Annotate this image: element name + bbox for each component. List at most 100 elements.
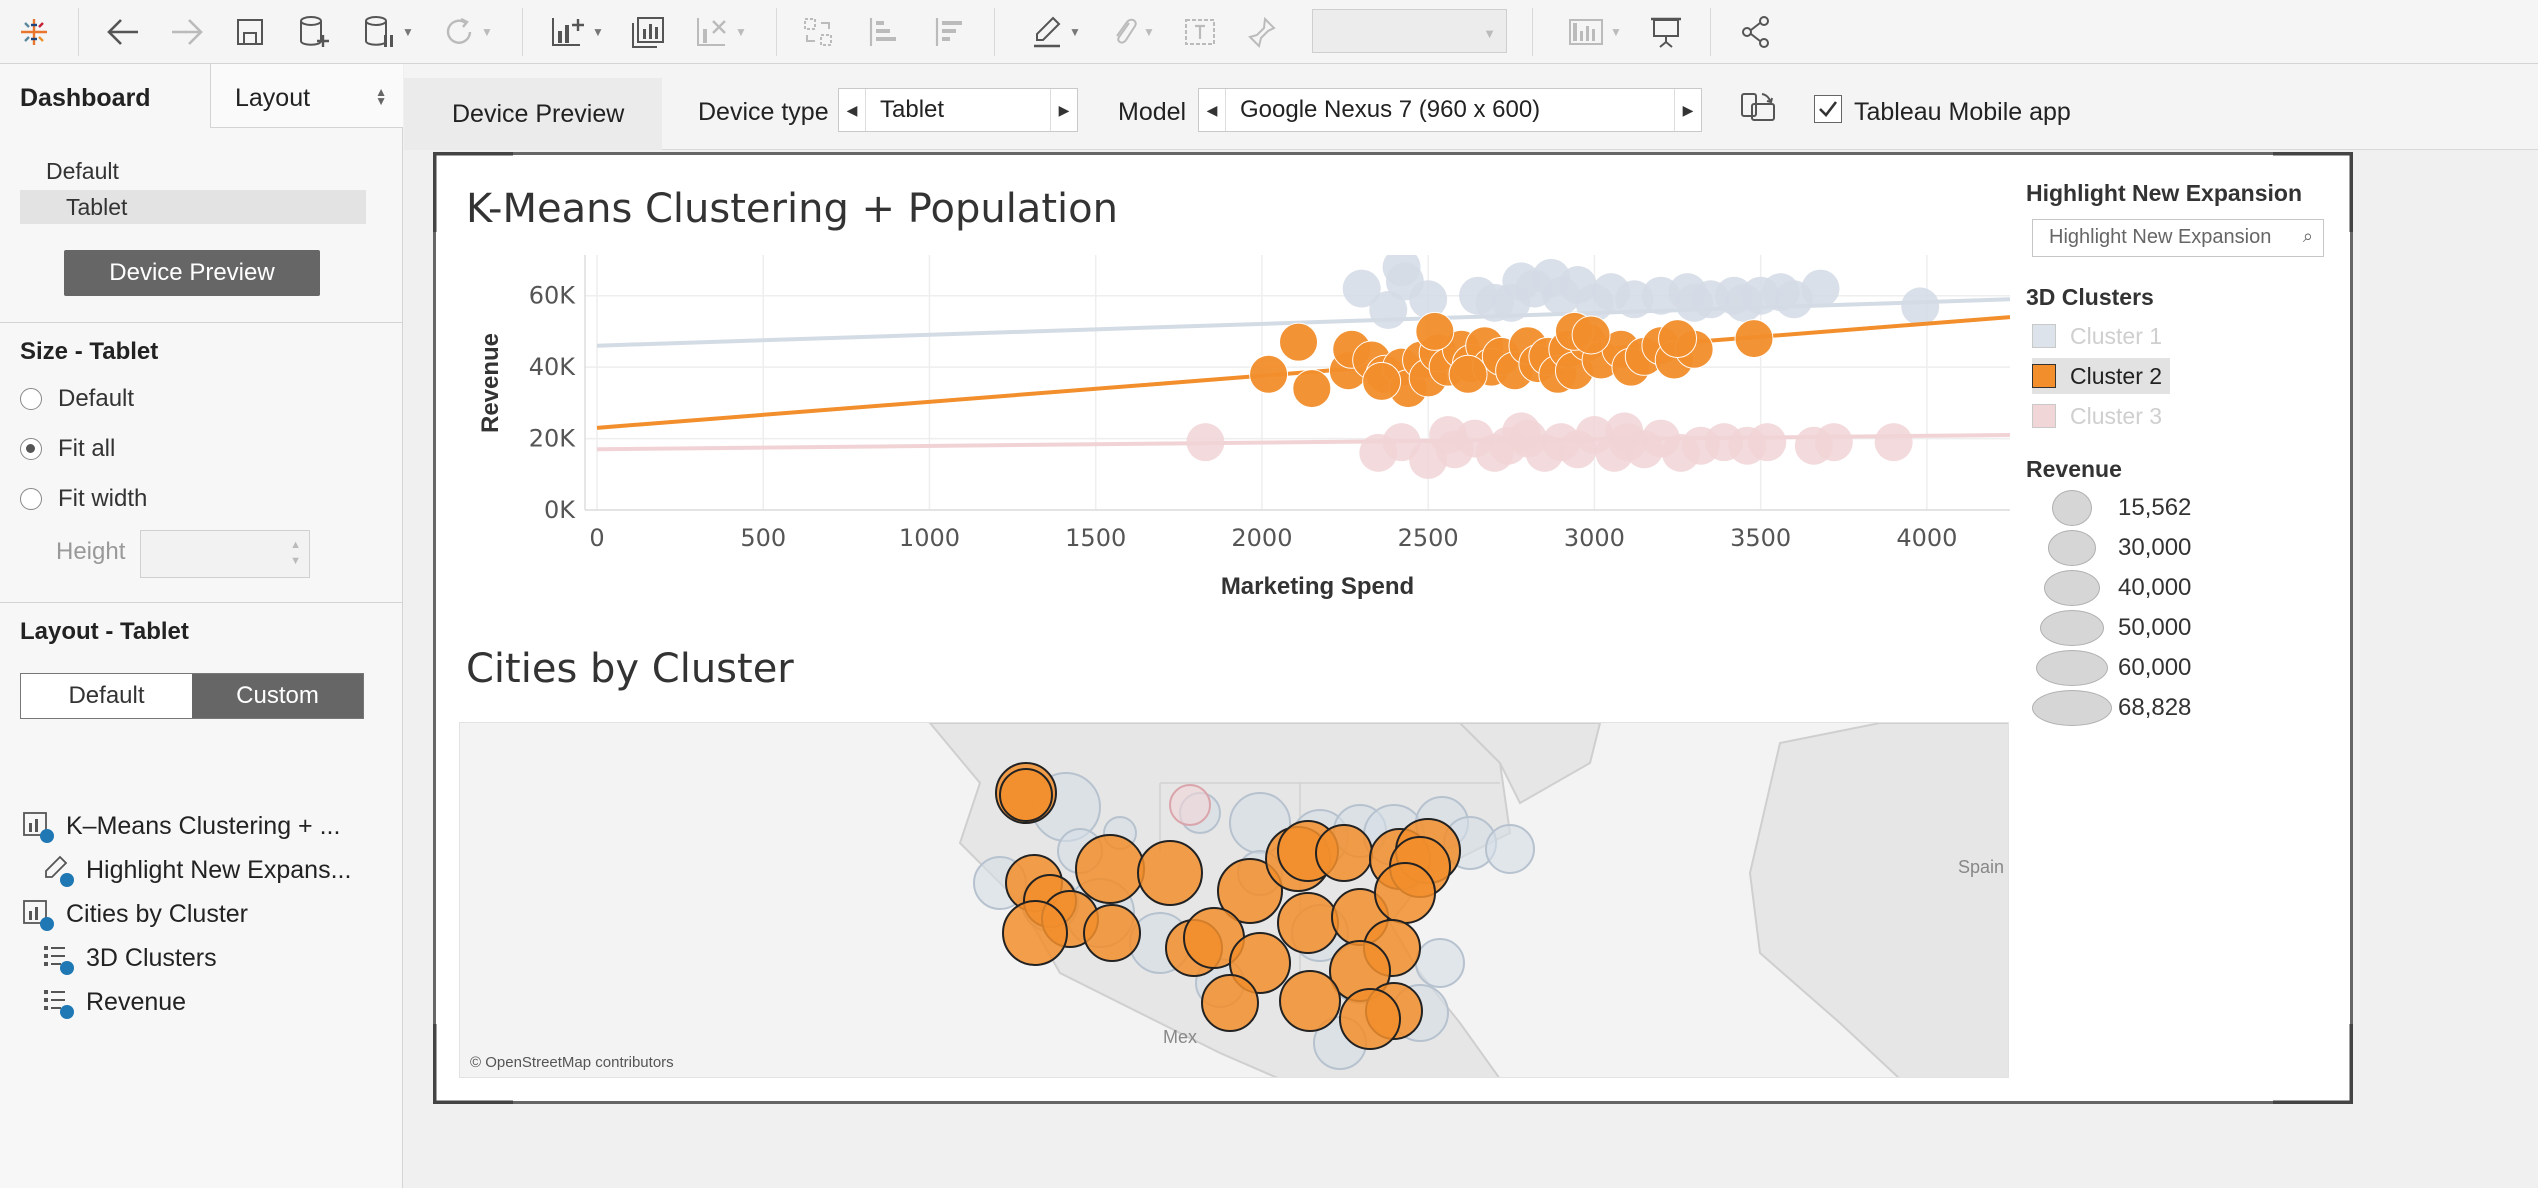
revenue-legend-item[interactable]: 40,000 (2032, 570, 2191, 606)
revenue-legend-item[interactable]: 50,000 (2032, 610, 2191, 646)
fit-icon[interactable] (1178, 12, 1222, 52)
scatter-point[interactable] (1801, 269, 1840, 308)
model-stepper[interactable]: ◀ Google Nexus 7 (960 x 600) ▶ (1198, 88, 1702, 132)
x-tick-label: 1500 (1065, 524, 1126, 552)
cities-map[interactable]: Spain Mex © OpenStreetMap contributors (459, 722, 2009, 1078)
layout-tree-item[interactable]: Cities by Cluster (22, 896, 248, 932)
scatter-point[interactable] (1279, 322, 1319, 362)
scatter-point[interactable] (1901, 287, 1940, 326)
map-city-inactive[interactable] (1415, 938, 1465, 988)
sort-desc-icon[interactable] (928, 12, 972, 52)
annotate-icon[interactable]: ▼ (1100, 12, 1164, 52)
arrow-left-icon[interactable]: ◀ (1199, 102, 1225, 119)
tableau-logo-icon[interactable] (14, 12, 54, 52)
presentation-icon[interactable] (1644, 12, 1688, 52)
cluster-legend-item[interactable]: Cluster 2 (2032, 358, 2171, 394)
size-option-fit-width[interactable]: Fit width (20, 482, 147, 516)
forward-icon[interactable] (164, 12, 210, 52)
size-option-fit-all[interactable]: Fit all (20, 432, 115, 466)
scatter-point[interactable] (1658, 319, 1698, 359)
height-input[interactable]: ▲ ▼ (140, 530, 310, 578)
layout-tree-item[interactable]: Highlight New Expans... (42, 852, 351, 888)
scatter-point[interactable] (1249, 354, 1289, 394)
map-city-active[interactable] (1374, 862, 1436, 924)
highlight-icon[interactable]: ▼ (1024, 12, 1088, 52)
map-city-active[interactable] (1201, 974, 1259, 1032)
scatter-point[interactable] (1186, 423, 1225, 462)
layout-custom-button[interactable]: Custom (192, 674, 363, 718)
scatter-point[interactable] (1292, 369, 1332, 409)
revenue-legend-item[interactable]: 30,000 (2032, 530, 2191, 566)
revenue-legend-item[interactable]: 15,562 (2032, 490, 2191, 526)
revenue-legend-item[interactable]: 60,000 (2032, 650, 2191, 686)
rotate-device-icon[interactable] (1738, 90, 1778, 135)
scatter-point[interactable] (1362, 361, 1402, 401)
show-me-icon[interactable]: ▼ (1560, 12, 1630, 52)
clear-icon[interactable]: ▼ (686, 12, 756, 52)
map-city-active[interactable] (1279, 970, 1341, 1032)
map-city-active[interactable] (1137, 840, 1203, 906)
scatter-point[interactable] (1429, 416, 1468, 454)
scatter-point[interactable] (1502, 412, 1541, 451)
pause-updates-icon[interactable]: ▼ (356, 12, 420, 52)
cluster-legend-item[interactable]: Cluster 3 (2032, 398, 2162, 434)
tab-layout[interactable]: Layout ▲ ▼ (210, 64, 403, 128)
map-city-active[interactable] (1277, 892, 1339, 954)
map-city-active[interactable] (1083, 904, 1141, 962)
scatter-point[interactable] (1734, 319, 1774, 359)
new-worksheet-icon[interactable]: ▼ (542, 12, 612, 52)
toolbar-combo[interactable]: ▼ (1312, 9, 1507, 53)
scatter-point[interactable] (1369, 291, 1408, 329)
swap-icon[interactable] (796, 12, 840, 52)
refresh-icon[interactable]: ▼ (436, 12, 500, 52)
size-option-default[interactable]: Default (20, 382, 134, 416)
highlight-search-input[interactable]: Highlight New Expansion ⌕ (2032, 219, 2324, 257)
kmeans-scatter-plot[interactable]: 0 500 1000 1500 2000 2500 3000 3500 4000 0K 20K 40K… (470, 255, 2010, 615)
map-city-inactive[interactable] (1485, 824, 1535, 874)
arrow-right-icon[interactable]: ▶ (1675, 102, 1701, 119)
map-city-active[interactable] (1315, 824, 1373, 882)
scatter-point[interactable] (1532, 258, 1571, 297)
cluster-legend-item[interactable]: Cluster 1 (2032, 318, 2162, 354)
arrow-right-icon[interactable]: ▶ (1051, 102, 1077, 119)
layout-tree-item[interactable]: Revenue (42, 984, 186, 1020)
scatter-point[interactable] (1874, 423, 1913, 462)
fix-axes-icon[interactable] (1240, 12, 1284, 52)
save-icon[interactable] (230, 12, 270, 52)
scatter-point[interactable] (1409, 280, 1448, 319)
duplicate-icon[interactable] (626, 12, 670, 52)
layout-default-button[interactable]: Default (21, 674, 192, 718)
scatter-point[interactable] (1415, 311, 1455, 351)
x-axis-title: Marketing Spend (1221, 573, 1414, 600)
share-icon[interactable] (1734, 12, 1778, 52)
back-icon[interactable] (100, 12, 146, 52)
device-item-default[interactable]: Default (20, 154, 366, 188)
revenue-legend-item[interactable]: 68,828 (2032, 690, 2191, 726)
new-datasource-icon[interactable] (292, 12, 336, 52)
arrow-left-icon[interactable]: ◀ (839, 102, 865, 119)
mobile-app-checkbox[interactable] (1814, 95, 1842, 123)
scatter-point[interactable] (1571, 315, 1611, 355)
scatter-point[interactable] (1448, 354, 1488, 394)
device-preview-button[interactable]: Device Preview (64, 250, 320, 296)
revenue-legend-label: 15,562 (2118, 494, 2192, 521)
device-type-label: Device type (698, 98, 829, 126)
device-type-stepper[interactable]: ◀ Tablet ▶ (838, 88, 1078, 132)
layout-tree-item[interactable]: 3D Clusters (42, 940, 217, 976)
sort-asc-icon[interactable] (862, 12, 906, 52)
scatter-point[interactable] (1675, 283, 1714, 322)
scatter-point[interactable] (1748, 423, 1787, 462)
scatter-point[interactable] (1725, 283, 1764, 322)
layout-tree-item[interactable]: K–Means Clustering + ... (22, 808, 340, 844)
map-city-active[interactable] (1002, 900, 1068, 966)
scatter-point[interactable] (1605, 412, 1644, 451)
map-city-inactive[interactable] (1169, 784, 1211, 826)
map-city-active[interactable] (1339, 988, 1401, 1050)
scatter-point[interactable] (1814, 423, 1853, 462)
device-preview-tab[interactable]: Device Preview (404, 78, 662, 150)
tab-dashboard[interactable]: Dashboard (0, 64, 210, 128)
device-item-tablet[interactable]: Tablet (20, 190, 366, 224)
spinner-icon[interactable]: ▲ ▼ (290, 537, 301, 569)
map-city-active[interactable] (1075, 834, 1145, 904)
map-city-active[interactable] (999, 768, 1053, 822)
